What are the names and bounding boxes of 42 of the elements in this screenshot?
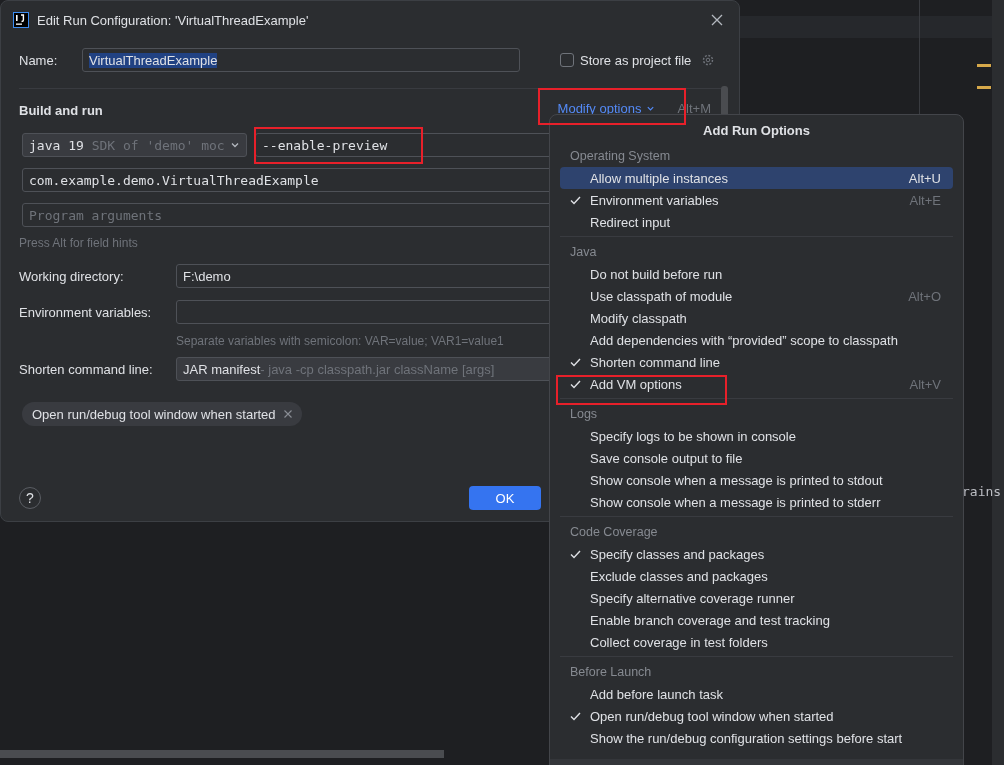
name-field[interactable]: VirtualThreadExample	[82, 48, 520, 72]
menu-item[interactable]: Exclude classes and packages	[560, 565, 953, 587]
field-label: Environment variables:	[19, 304, 153, 320]
code-text: rains'	[962, 484, 1004, 499]
menu-item[interactable]: Open run/debug tool window when started	[560, 705, 953, 727]
menu-item[interactable]: Collect coverage in test folders	[560, 631, 953, 653]
option-chip[interactable]: Open run/debug tool window when started	[22, 402, 302, 426]
menu-item[interactable]: Show the run/debug configuration settings before start	[560, 727, 953, 749]
section-header: Before Launch	[569, 664, 653, 681]
section-title: Build and run	[19, 102, 104, 118]
menu-item[interactable]: Specify logs to be shown in console	[560, 425, 953, 447]
chevron-icon	[230, 140, 240, 150]
menu-item[interactable]: Enable branch coverage and test tracking	[560, 609, 953, 631]
menu-item[interactable]: Save console output to file	[560, 447, 953, 469]
section-header: Logs	[569, 406, 599, 423]
menu-item[interactable]: Show console when a message is printed to stderr	[560, 491, 953, 513]
close-icon[interactable]	[711, 14, 723, 26]
menu-item[interactable]: Allow multiple instances Alt+U	[560, 167, 953, 189]
menu-item[interactable]: Add dependencies with “provided” scope to classpath	[560, 329, 953, 351]
gear-icon[interactable]	[701, 53, 716, 67]
close-icon[interactable]	[283, 410, 292, 418]
hint-text: Press Alt for field hints	[19, 236, 138, 250]
ok-button[interactable]: OK	[469, 486, 541, 510]
menu-item[interactable]: Use classpath of module Alt+O	[560, 285, 953, 307]
checkbox[interactable]	[560, 53, 574, 67]
menu-item[interactable]: Specify alternative coverage runner	[560, 587, 953, 609]
app-logo-icon	[13, 12, 29, 28]
menu-item[interactable]: Modify classpath	[560, 307, 953, 329]
section-header: Java	[569, 244, 598, 261]
jre-dropdown[interactable]: java 19 SDK of 'demo' moc	[22, 133, 247, 157]
hint-text: Separate variables with semicolon: VAR=value; VAR1=value1	[176, 334, 504, 348]
section-header: Code Coverage	[569, 524, 659, 541]
field-label: Shorten command line:	[19, 361, 154, 377]
menu-item[interactable]: Show console when a message is printed to stdout	[560, 469, 953, 491]
popup-title: Add Run Options	[702, 122, 811, 140]
checkbox-label: Store as project file	[580, 52, 692, 68]
window-title: Edit Run Configuration: 'VirtualThreadExample'	[37, 12, 310, 28]
field-label: Name:	[19, 52, 59, 68]
field-label: Working directory:	[19, 268, 125, 284]
scrollbar[interactable]	[0, 750, 444, 758]
menu-item[interactable]: Add before launch task	[560, 683, 953, 705]
menu-item[interactable]: Specify classes and packages	[560, 543, 953, 565]
